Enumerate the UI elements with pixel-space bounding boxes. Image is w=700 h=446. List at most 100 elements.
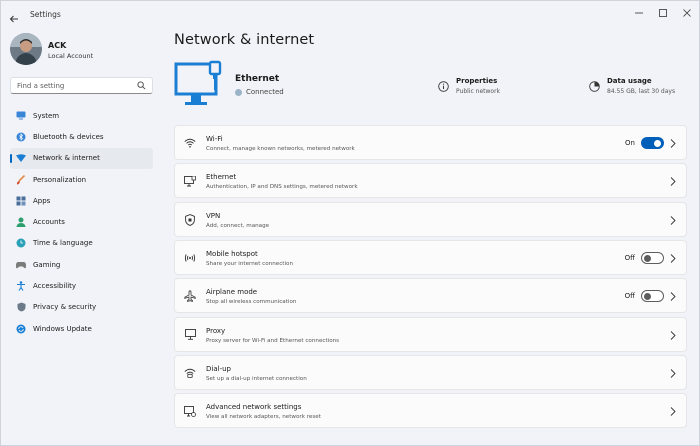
close-button[interactable] — [676, 5, 698, 21]
close-icon — [683, 9, 691, 17]
row-title: Dial-up — [206, 365, 231, 374]
data-usage-title: Data usage — [607, 77, 652, 85]
row-subtitle: Stop all wireless communication — [206, 299, 297, 306]
app-title: Settings — [30, 10, 61, 19]
sidebar-item-label: System — [33, 111, 60, 120]
vpn-shield-icon — [184, 213, 196, 226]
sidebar-item-privacy[interactable]: Privacy & security — [10, 297, 153, 318]
row-wifi[interactable]: Wi-Fi Connect, manage known networks, me… — [174, 125, 687, 160]
search-input[interactable]: Find a setting — [10, 77, 153, 94]
sidebar-item-label: Personalization — [33, 175, 87, 184]
row-title: Mobile hotspot — [206, 250, 258, 259]
sidebar-nav: System Bluetooth & devices Network & int… — [10, 105, 153, 339]
row-subtitle: Add, connect, manage — [206, 222, 270, 229]
sidebar-item-bluetooth[interactable]: Bluetooth & devices — [10, 126, 153, 147]
row-ethernet[interactable]: Ethernet Authentication, IP and DNS sett… — [174, 163, 687, 199]
sidebar-item-label: Network & internet — [33, 154, 100, 163]
sidebar-item-time-language[interactable]: Time & language — [10, 233, 153, 254]
row-proxy[interactable]: Proxy Proxy server for Wi-Fi and Etherne… — [174, 316, 687, 352]
chevron-right-icon — [670, 254, 676, 263]
wifi-icon — [184, 137, 196, 149]
sidebar-item-accounts[interactable]: Accounts — [10, 211, 153, 232]
ethernet-hero-icon — [173, 60, 229, 112]
data-usage-icon — [589, 81, 600, 92]
connection-name: Ethernet — [235, 74, 280, 84]
sidebar-item-label: Accounts — [33, 218, 65, 227]
advanced-network-icon — [184, 405, 196, 417]
chevron-right-icon — [670, 330, 676, 340]
row-subtitle: Authentication, IP and DNS settings, met… — [206, 184, 358, 191]
accounts-icon — [16, 217, 26, 228]
chevron-right-icon — [670, 177, 676, 187]
sidebar-item-label: Windows Update — [33, 324, 92, 333]
row-mobile-hotspot[interactable]: Mobile hotspot Share your internet conne… — [174, 240, 687, 276]
properties-subtitle: Public network — [456, 88, 501, 95]
hotspot-icon — [184, 252, 196, 264]
sidebar-item-label: Bluetooth & devices — [33, 132, 104, 141]
info-icon — [438, 81, 449, 92]
sidebar-item-network[interactable]: Network & internet — [10, 147, 153, 169]
connected-status-icon — [235, 88, 242, 96]
settings-window: Settings ACK Local Account Find a settin… — [0, 0, 700, 446]
row-subtitle: Proxy server for Wi-Fi and Ethernet conn… — [206, 337, 340, 344]
sidebar-item-label: Accessibility — [33, 282, 77, 291]
sidebar-item-gaming[interactable]: Gaming — [10, 254, 153, 275]
back-button[interactable] — [9, 9, 23, 23]
page-title: Network & internet — [174, 32, 315, 48]
row-airplane-mode[interactable]: Airplane mode Stop all wireless communic… — [174, 278, 687, 314]
properties-link[interactable]: Properties Public network — [438, 77, 500, 95]
row-subtitle: View all network adapters, network reset — [206, 414, 321, 421]
title-bar: Settings — [1, 1, 699, 29]
row-title: Proxy — [206, 326, 226, 335]
data-usage-subtitle: 84.55 GB, last 30 days — [607, 88, 676, 95]
minimize-icon — [635, 12, 643, 14]
shield-icon — [16, 302, 26, 312]
row-advanced-network-settings[interactable]: Advanced network settings View all netwo… — [174, 393, 687, 429]
account-type: Local Account — [48, 52, 94, 60]
row-title: VPN — [206, 211, 221, 220]
avatar[interactable] — [10, 33, 42, 65]
hotspot-toggle[interactable] — [641, 252, 664, 265]
chevron-right-icon — [670, 215, 676, 225]
row-dial-up[interactable]: Dial-up Set up a dial-up internet connec… — [174, 355, 687, 391]
accessibility-icon — [16, 281, 26, 291]
sidebar-item-accessibility[interactable]: Accessibility — [10, 275, 153, 296]
sidebar-item-label: Apps — [33, 196, 51, 205]
row-subtitle: Share your internet connection — [206, 261, 293, 268]
row-title: Airplane mode — [206, 288, 258, 297]
update-icon — [16, 324, 26, 334]
system-icon — [16, 111, 26, 121]
row-title: Wi-Fi — [206, 135, 223, 143]
maximize-icon — [659, 9, 667, 17]
brush-icon — [16, 174, 26, 185]
sidebar-item-label: Gaming — [33, 260, 61, 269]
avatar-photo-icon — [10, 33, 42, 65]
data-usage-link[interactable]: Data usage 84.55 GB, last 30 days — [589, 77, 675, 95]
chevron-right-icon — [670, 292, 676, 302]
toggle-knob — [654, 139, 661, 147]
row-subtitle: Connect, manage known networks, metered … — [206, 146, 355, 152]
sidebar-item-system[interactable]: System — [10, 105, 153, 126]
sidebar-item-apps[interactable]: Apps — [10, 190, 153, 211]
minimize-button[interactable] — [628, 5, 650, 21]
bluetooth-icon — [16, 132, 26, 142]
gamepad-icon — [16, 260, 26, 270]
toggle-knob — [644, 254, 651, 262]
toggle-state-label: Off — [624, 254, 635, 263]
wifi-toggle[interactable] — [641, 137, 664, 149]
search-icon — [137, 81, 146, 90]
chevron-right-icon — [670, 369, 676, 378]
sidebar-item-label: Time & language — [33, 239, 93, 248]
sidebar-item-personalization[interactable]: Personalization — [10, 169, 153, 190]
row-subtitle: Set up a dial-up internet connection — [206, 376, 307, 383]
airplane-mode-toggle[interactable] — [641, 290, 664, 303]
row-vpn[interactable]: VPN Add, connect, manage — [174, 201, 687, 237]
chevron-right-icon — [670, 407, 676, 417]
maximize-button[interactable] — [652, 5, 674, 21]
dialup-icon — [184, 367, 196, 379]
apps-icon — [16, 196, 26, 206]
row-title: Advanced network settings — [206, 403, 302, 412]
properties-title: Properties — [456, 77, 498, 85]
sidebar-item-windows-update[interactable]: Windows Update — [10, 318, 153, 339]
proxy-icon — [184, 329, 196, 341]
